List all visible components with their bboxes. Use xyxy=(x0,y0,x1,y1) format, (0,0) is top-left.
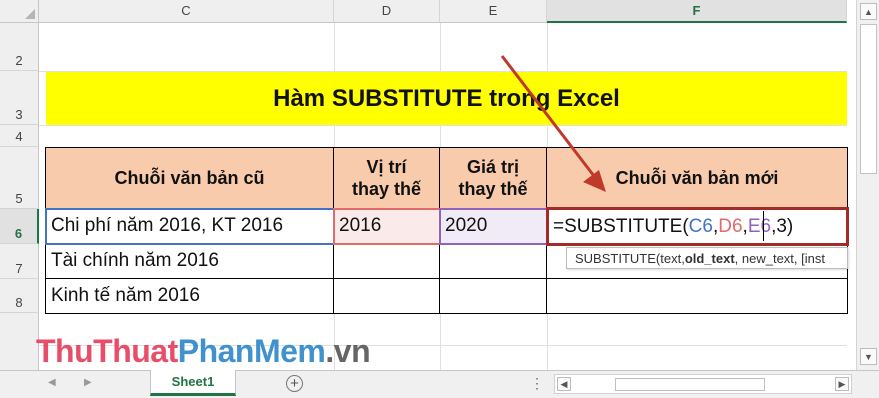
arrow-down-icon: ▼ xyxy=(864,351,873,362)
tab-prev-arrow-icon[interactable]: ◀ xyxy=(48,377,56,388)
cell-e8[interactable] xyxy=(440,279,547,314)
gridline xyxy=(39,125,847,126)
row-header-3[interactable]: 3 xyxy=(0,71,39,125)
row-header-6[interactable]: 6 xyxy=(0,209,39,244)
tab-label: Sheet1 xyxy=(171,374,215,389)
corner-triangle-icon xyxy=(25,9,35,19)
tooltip-function-name[interactable]: SUBSTITUTE( xyxy=(575,251,660,266)
arrow-left-icon: ◀ xyxy=(560,378,568,389)
formula-text: =SUBSTITUTE( xyxy=(553,215,689,237)
vertical-scrollbar[interactable]: ▲ ▼ xyxy=(856,0,879,370)
gridline xyxy=(547,313,548,370)
formula-ref-e6: E6 xyxy=(747,215,772,237)
row-header-2[interactable]: 2 xyxy=(0,23,39,71)
formula-edit-box[interactable]: =SUBSTITUTE(C6, D6, E6,3) xyxy=(546,207,849,246)
gridline xyxy=(334,23,335,71)
column-header-e[interactable]: E xyxy=(440,0,547,23)
arrow-right-icon: ▶ xyxy=(838,378,846,389)
row-header-filler xyxy=(0,313,39,370)
tooltip-arg-current: old_text xyxy=(684,250,735,266)
watermark-text: .vn xyxy=(325,333,371,369)
watermark: ThuThuatPhanMem.vn xyxy=(36,333,371,370)
scroll-right-button[interactable]: ▶ xyxy=(835,377,849,391)
text-cursor xyxy=(763,211,764,241)
header-label: Chuỗi văn bản mới xyxy=(615,168,779,188)
cell-text: Tài chính năm 2016 xyxy=(51,250,219,271)
header-cell-c[interactable]: Chuỗi văn bản cũ xyxy=(46,148,334,209)
cell-c7[interactable]: Tài chính năm 2016 xyxy=(46,244,334,279)
cell-d8[interactable] xyxy=(334,279,440,314)
tooltip-arg: , new_text, [inst xyxy=(734,250,825,266)
cell-d7[interactable] xyxy=(334,244,440,279)
horizontal-scrollbar[interactable]: ◀ ▶ xyxy=(554,374,852,394)
scroll-up-button[interactable]: ▲ xyxy=(860,3,877,20)
function-tooltip: SUBSTITUTE(text, old_text, new_text, [in… xyxy=(566,247,848,269)
gridline xyxy=(334,125,335,147)
row-header-5[interactable]: 5 xyxy=(0,147,39,209)
ref-highlight-d6 xyxy=(333,208,441,245)
ref-highlight-e6 xyxy=(439,208,548,245)
title-cell[interactable]: Hàm SUBSTITUTE trong Excel xyxy=(46,72,847,125)
scroll-down-button[interactable]: ▼ xyxy=(860,348,877,365)
watermark-text: PhanMem xyxy=(177,333,326,369)
formula-ref-c6: C6 xyxy=(688,215,713,237)
annotation-arrow-icon xyxy=(500,55,606,192)
header-label: Chuỗi văn bản cũ xyxy=(114,168,265,188)
gridline xyxy=(440,125,441,147)
column-header-d[interactable]: D xyxy=(334,0,440,23)
cell-c8[interactable]: Kinh tế năm 2016 xyxy=(46,279,334,314)
tab-next-arrow-icon[interactable]: ▶ xyxy=(84,377,92,388)
row-header-8[interactable]: 8 xyxy=(0,279,39,313)
select-all-corner[interactable] xyxy=(0,0,39,23)
tab-sheet1[interactable]: Sheet1 xyxy=(150,370,236,396)
cell-f8[interactable] xyxy=(547,279,848,314)
sheet-tab-bar: ◀ ▶ Sheet1 + ⋮ ◀ ▶ xyxy=(0,370,879,398)
scroll-left-button[interactable]: ◀ xyxy=(557,377,571,391)
header-cell-d[interactable]: Vị trí thay thế xyxy=(334,148,440,209)
column-header-c[interactable]: C xyxy=(39,0,334,23)
tooltip-arg: text, xyxy=(660,250,685,266)
hscroll-thumb[interactable] xyxy=(615,378,765,391)
column-header-f[interactable]: F xyxy=(547,0,847,23)
gridline xyxy=(440,313,441,370)
arrow-up-icon: ▲ xyxy=(864,6,873,17)
gridline xyxy=(440,23,441,71)
cell-e7[interactable] xyxy=(440,244,547,279)
row-header-7[interactable]: 7 xyxy=(0,244,39,279)
header-label: thay thế xyxy=(351,179,421,199)
row-header-4[interactable]: 4 xyxy=(0,125,39,147)
ref-highlight-c6 xyxy=(45,208,335,245)
scroll-thumb[interactable] xyxy=(860,24,877,174)
cell-text: Kinh tế năm 2016 xyxy=(51,285,200,306)
formula-text: ,3) xyxy=(771,215,794,237)
split-handle-icon[interactable]: ⋮ xyxy=(530,375,544,392)
formula-ref-d6: D6 xyxy=(718,215,743,237)
watermark-text: ThuThuat xyxy=(36,333,178,369)
header-label: Vị trí xyxy=(366,157,407,177)
add-sheet-icon[interactable]: + xyxy=(286,375,303,392)
